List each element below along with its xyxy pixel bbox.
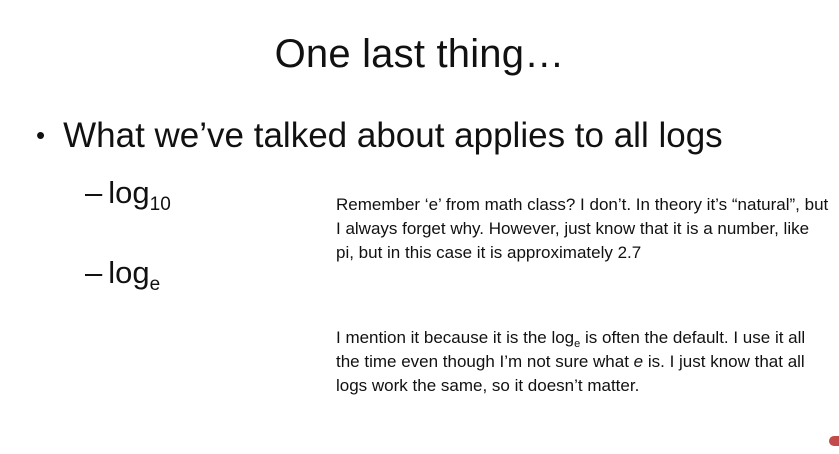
main-bullet: • What we’ve talked about applies to all… xyxy=(36,112,723,162)
sub-bullet-base: log xyxy=(108,255,150,290)
note-paragraph-2: I mention it because it is the loge is o… xyxy=(336,326,831,398)
sub-bullet-log10: – log10 xyxy=(85,174,171,215)
note-paragraph-1: Remember ‘e’ from math class? I don’t. I… xyxy=(336,195,829,262)
main-bullet-text: What we’ve talked about applies to all l… xyxy=(63,116,723,155)
sub-bullet-dash: – xyxy=(85,255,103,290)
sub-bullet-loge: – loge xyxy=(85,254,161,295)
sub-bullet-subscript: 10 xyxy=(149,194,171,215)
record-indicator-icon xyxy=(829,436,839,446)
sub-bullet-base: log xyxy=(108,175,150,210)
slide-title: One last thing… xyxy=(274,32,565,76)
note-2-text-before: I mention it because it is the log xyxy=(336,328,575,347)
bullet-dot-icon: • xyxy=(36,120,46,150)
sub-bullet-dash: – xyxy=(85,175,103,210)
sub-bullet-subscript: e xyxy=(149,274,161,295)
note-2-emphasis: e xyxy=(633,352,644,371)
slide: One last thing… • What we’ve talked abou… xyxy=(0,0,839,454)
